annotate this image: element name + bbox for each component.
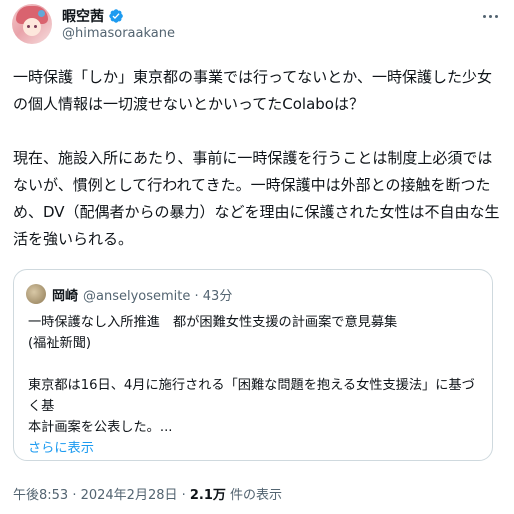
- quoted-tweet-card[interactable]: 岡崎 @anselyosemite · 43分 一時保護なし入所推進 都が困難女…: [13, 269, 493, 461]
- quoted-tweet-body: 一時保護なし入所推進 都が困難女性支援の計画案で意見募集 (福祉新聞) 東京都は…: [28, 312, 483, 459]
- more-dot: [482, 14, 486, 18]
- avatar-face: [23, 18, 41, 36]
- author-handle[interactable]: @himasoraakane: [62, 26, 175, 41]
- avatar-eye: [34, 25, 37, 28]
- avatar-eye: [27, 25, 30, 28]
- quoted-line: (福祉新聞): [28, 336, 92, 351]
- quoted-author-avatar: [26, 284, 46, 304]
- quoted-author-meta: @anselyosemite · 43分: [83, 289, 233, 304]
- avatar-hair-clip: [38, 10, 45, 17]
- tweet-meta: 午後8:53 · 2024年2月28日 · 2.1万 件の表示: [13, 484, 282, 503]
- views-count: 2.1万: [189, 488, 226, 503]
- quoted-line: 一時保護なし入所推進 都が困難女性支援の計画案で意見募集: [28, 315, 398, 330]
- verified-badge-icon[interactable]: [108, 8, 124, 24]
- quoted-author-name: 岡崎: [52, 289, 79, 304]
- views-label: 件の表示: [225, 488, 283, 503]
- author-display-name[interactable]: 暇空茜: [62, 6, 104, 26]
- quoted-tweet-header: 岡崎 @anselyosemite · 43分: [52, 285, 232, 304]
- quoted-line: 東京都は16日、4月に施行される「困難な問題を抱える女性支援法」に基づく基: [28, 378, 475, 414]
- more-dot: [494, 14, 498, 18]
- tweet-paragraph: 現在、施設入所にあたり、事前に一時保護を行うことは制度上必須ではないが、慣例とし…: [13, 149, 500, 248]
- more-dot: [488, 14, 492, 18]
- tweet-paragraph: 一時保護「しか」東京都の事業では行ってないとか、一時保護した少女の個人情報は一切…: [13, 68, 492, 113]
- tweet-header: 暇空茜 @himasoraakane: [12, 4, 502, 48]
- quoted-line: 本計画案を公表した。...: [28, 420, 173, 435]
- show-more-link[interactable]: さらに表示: [28, 438, 483, 459]
- author-name-row: 暇空茜: [62, 6, 124, 26]
- tweet-timestamp[interactable]: 午後8:53 · 2024年2月28日 ·: [13, 488, 190, 503]
- author-avatar[interactable]: [12, 4, 52, 44]
- more-options-icon[interactable]: [480, 6, 500, 26]
- tweet-body: 一時保護「しか」東京都の事業では行ってないとか、一時保護した少女の個人情報は一切…: [13, 64, 501, 253]
